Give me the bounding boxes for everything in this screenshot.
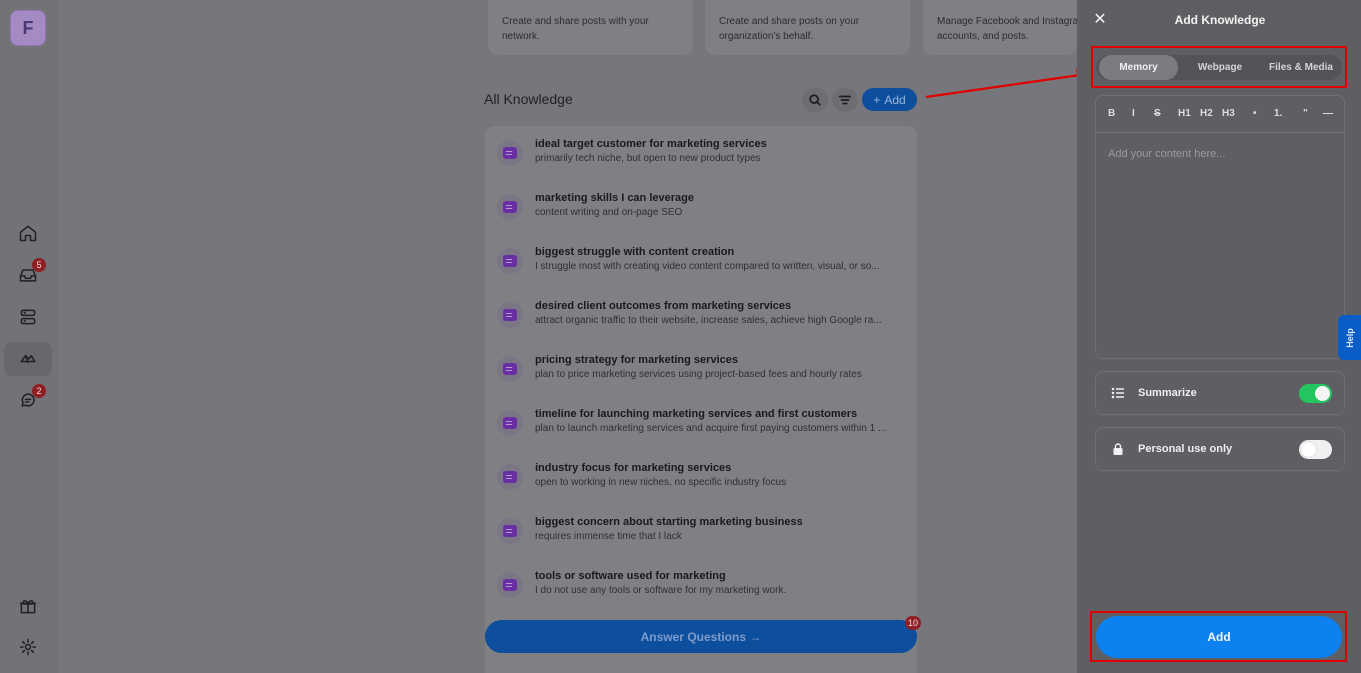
editor-placeholder[interactable]: Add your content here...: [1108, 148, 1225, 160]
list-item[interactable]: industry focus for marketing services op…: [497, 462, 907, 512]
tab-group: Memory Webpage Files & Media: [1096, 55, 1342, 80]
search-icon: [809, 94, 821, 106]
item-subtitle: open to working in new niches, no specif…: [535, 477, 787, 488]
add-knowledge-button[interactable]: + Add: [862, 88, 917, 111]
list-item[interactable]: biggest concern about starting marketing…: [497, 516, 907, 566]
linkedin-page-card[interactable]: Create and share posts on your organizat…: [705, 0, 910, 55]
chat-icon[interactable]: 2: [4, 384, 52, 418]
personal-use-toggle[interactable]: [1299, 440, 1332, 459]
card-description: Create and share posts with your network…: [502, 16, 649, 42]
answer-label: Answer Questions →: [640, 629, 762, 644]
linkedin-card[interactable]: Create and share posts with your network…: [488, 0, 693, 55]
answer-questions-button[interactable]: Answer Questions →: [485, 620, 917, 653]
summarize-row: Summarize: [1095, 371, 1345, 415]
memory-icon: [497, 518, 523, 544]
item-title: desired client outcomes from marketing s…: [535, 300, 792, 312]
memory-icon: [497, 572, 523, 598]
help-tab[interactable]: Help: [1338, 315, 1361, 360]
summarize-toggle[interactable]: [1299, 384, 1332, 403]
knowledge-list: ideal target customer for marketing serv…: [485, 126, 917, 673]
memory-icon: [497, 356, 523, 382]
italic-button[interactable]: I: [1132, 108, 1135, 119]
divider-button[interactable]: —: [1323, 108, 1333, 119]
memory-icon: [497, 464, 523, 490]
memory-icon: [497, 248, 523, 274]
help-label: Help: [1344, 327, 1355, 348]
item-title: biggest struggle with content creation: [535, 246, 735, 258]
add-submit-button[interactable]: Add: [1096, 616, 1342, 658]
h1-button[interactable]: H1: [1178, 108, 1191, 119]
bullet-list-button[interactable]: •: [1253, 108, 1257, 119]
item-title: pricing strategy for marketing services: [535, 354, 738, 366]
list-item[interactable]: ideal target customer for marketing serv…: [497, 138, 907, 188]
chat-badge: 2: [32, 384, 46, 398]
personal-use-row: Personal use only: [1095, 427, 1345, 471]
toggle-knob: [1301, 442, 1316, 457]
plus-icon: +: [873, 92, 881, 107]
tab-files-media[interactable]: Files & Media: [1262, 55, 1340, 80]
memory-icon: [497, 140, 523, 166]
settings-icon[interactable]: [4, 630, 52, 664]
item-title: timeline for launching marketing service…: [535, 408, 858, 420]
gift-icon[interactable]: [4, 589, 52, 623]
inbox-icon[interactable]: 5: [4, 258, 52, 292]
numbered-list-button[interactable]: 1.: [1274, 108, 1282, 119]
personal-use-label: Personal use only: [1138, 443, 1233, 455]
section-title: All Knowledge: [484, 91, 573, 107]
list-item[interactable]: marketing skills I can leverage content …: [497, 192, 907, 242]
list-item[interactable]: pricing strategy for marketing services …: [497, 354, 907, 404]
bold-button[interactable]: B: [1108, 108, 1115, 119]
memory-icon: [497, 194, 523, 220]
item-subtitle: requires immense time that I lack: [535, 531, 682, 542]
list-icon: [1111, 387, 1124, 399]
questions-badge: 10: [905, 616, 921, 630]
facebook-card[interactable]: Manage Facebook and Instagram pages, acc…: [923, 0, 1077, 55]
brain-icon[interactable]: [4, 342, 52, 376]
content-editor[interactable]: B I S H1 H2 H3 • 1. " — Add your content…: [1095, 95, 1345, 359]
quote-button[interactable]: ": [1303, 108, 1308, 119]
main-content: Create and share posts with your network…: [57, 0, 1077, 673]
list-item[interactable]: desired client outcomes from marketing s…: [497, 300, 907, 350]
item-subtitle: plan to launch marketing services and ac…: [535, 423, 887, 434]
add-label: Add: [884, 92, 906, 107]
strike-button[interactable]: S: [1154, 108, 1161, 119]
h3-button[interactable]: H3: [1222, 108, 1235, 119]
inbox-badge: 5: [32, 258, 46, 272]
card-description: Manage Facebook and Instagram pages, acc…: [937, 16, 1077, 42]
tab-webpage[interactable]: Webpage: [1180, 55, 1260, 80]
panel-title: Add Knowledge: [1174, 13, 1266, 27]
filter-icon: [838, 95, 852, 105]
memory-icon: [497, 410, 523, 436]
search-button[interactable]: [802, 88, 828, 112]
lock-icon: [1113, 443, 1123, 455]
sidebar-rail: F 5 2: [0, 0, 57, 673]
item-title: marketing skills I can leverage: [535, 192, 694, 204]
list-item[interactable]: timeline for launching marketing service…: [497, 408, 907, 458]
layout-icon[interactable]: [4, 300, 52, 334]
item-subtitle: content writing and on-page SEO: [535, 207, 683, 218]
item-subtitle: plan to price marketing services using p…: [535, 369, 862, 380]
item-subtitle: attract organic traffic to their website…: [535, 315, 882, 326]
home-icon[interactable]: [4, 216, 52, 250]
list-item[interactable]: biggest struggle with content creation I…: [497, 246, 907, 296]
item-subtitle: I struggle most with creating video cont…: [535, 261, 880, 272]
item-title: ideal target customer for marketing serv…: [535, 138, 767, 150]
add-knowledge-panel: ✕ Add Knowledge Memory Webpage Files & M…: [1077, 0, 1361, 673]
memory-icon: [497, 302, 523, 328]
item-title: biggest concern about starting marketing…: [535, 516, 803, 528]
filter-button[interactable]: [832, 88, 858, 112]
item-subtitle: I do not use any tools or software for m…: [535, 585, 787, 596]
item-title: industry focus for marketing services: [535, 462, 732, 474]
toggle-knob: [1315, 386, 1330, 401]
workspace-logo[interactable]: F: [10, 10, 46, 46]
list-item[interactable]: tools or software used for marketing I d…: [497, 570, 907, 620]
item-title: tools or software used for marketing: [535, 570, 726, 582]
editor-toolbar: B I S H1 H2 H3 • 1. " —: [1096, 96, 1344, 133]
tab-memory[interactable]: Memory: [1099, 55, 1178, 80]
h2-button[interactable]: H2: [1200, 108, 1213, 119]
card-description: Create and share posts on your organizat…: [719, 16, 860, 42]
summarize-label: Summarize: [1138, 387, 1197, 399]
item-subtitle: primarily tech niche, but open to new pr…: [535, 153, 761, 164]
